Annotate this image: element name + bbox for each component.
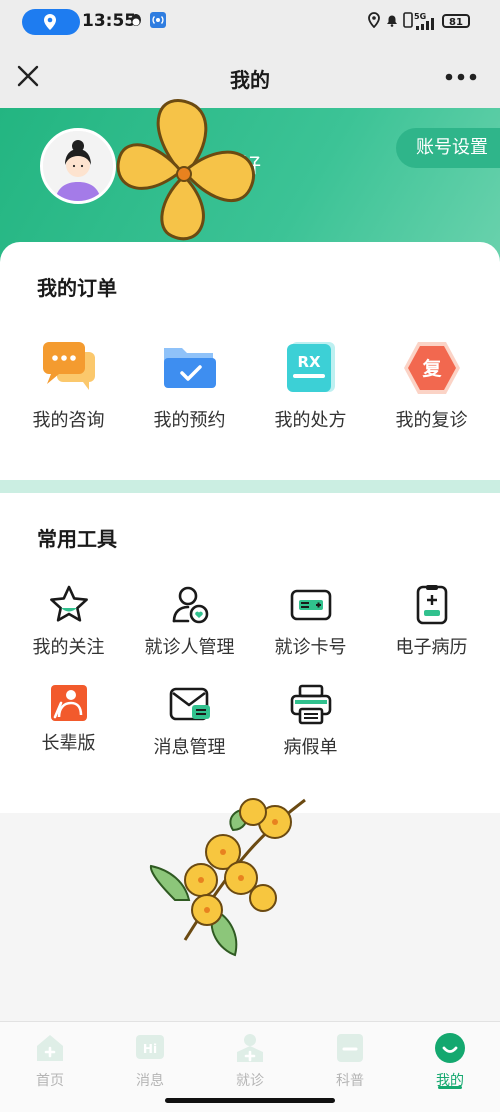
message-icon-text: Hi bbox=[143, 1042, 157, 1056]
hotspot-icon bbox=[150, 12, 166, 28]
tab-label: 消息 bbox=[136, 1073, 164, 1089]
gps-icon bbox=[368, 12, 380, 28]
qq-icon bbox=[131, 14, 141, 26]
flower-sticker-icon bbox=[116, 99, 256, 241]
profile-icon bbox=[435, 1033, 465, 1063]
tab-science[interactable]: 科普 bbox=[300, 1022, 400, 1092]
tab-label: 首页 bbox=[36, 1073, 64, 1089]
tool-item-message-manage[interactable]: 消息管理 bbox=[127, 683, 252, 759]
star-icon bbox=[49, 585, 88, 622]
tools-title: 常用工具 bbox=[37, 527, 117, 551]
tool-label: 电子病历 bbox=[395, 637, 468, 658]
tool-label: 就诊人管理 bbox=[144, 637, 235, 658]
science-icon bbox=[337, 1034, 363, 1062]
alarm-icon bbox=[387, 15, 397, 27]
order-item-consult[interactable]: 我的咨询 bbox=[6, 340, 131, 432]
location-icon bbox=[44, 14, 56, 30]
tab-visit[interactable]: 就诊 bbox=[200, 1022, 300, 1092]
tool-label: 长辈版 bbox=[41, 733, 96, 754]
elder-mode-icon bbox=[50, 685, 87, 721]
tab-profile[interactable]: 我的 bbox=[400, 1022, 500, 1092]
visit-icon bbox=[237, 1034, 263, 1062]
account-settings-button[interactable]: 账号设置 bbox=[396, 128, 500, 168]
tool-label: 我的关注 bbox=[32, 637, 105, 658]
status-bar: 13:55 5G 81 bbox=[0, 0, 500, 44]
home-indicator bbox=[165, 1098, 335, 1103]
order-item-revisit[interactable]: 复 我的复诊 bbox=[369, 340, 494, 432]
folder-check-icon bbox=[163, 348, 216, 388]
tab-label: 科普 bbox=[336, 1073, 364, 1089]
active-tab-underline bbox=[438, 1086, 462, 1089]
signal-icon bbox=[416, 18, 434, 30]
tool-label: 病假单 bbox=[283, 737, 338, 758]
tab-label: 就诊 bbox=[236, 1073, 264, 1089]
tool-item-sick-leave[interactable]: 病假单 bbox=[248, 683, 373, 759]
home-icon bbox=[37, 1035, 63, 1061]
medical-card-icon bbox=[290, 589, 331, 621]
tools-card: 常用工具 我的关注 就诊人管理 就诊卡号 电子病历 长辈版 消息管理 病假单 bbox=[0, 493, 500, 813]
tool-label: 消息管理 bbox=[153, 737, 226, 758]
more-icon[interactable] bbox=[444, 72, 478, 82]
revisit-text: 复 bbox=[421, 357, 442, 380]
section-divider bbox=[0, 480, 500, 493]
order-item-appointment[interactable]: 我的预约 bbox=[127, 340, 252, 432]
battery-indicator: 81 bbox=[442, 14, 470, 28]
tab-home[interactable]: 首页 bbox=[0, 1022, 100, 1092]
tool-item-medical-record[interactable]: 电子病历 bbox=[369, 583, 494, 659]
order-label: 我的咨询 bbox=[32, 410, 105, 431]
tool-label: 就诊卡号 bbox=[274, 637, 347, 658]
rx-icon: RX bbox=[286, 342, 335, 392]
revisit-hexagon-icon: 复 bbox=[403, 342, 460, 394]
patient-manage-icon bbox=[172, 586, 208, 624]
tool-item-follow[interactable]: 我的关注 bbox=[6, 583, 131, 659]
tool-item-patient-manage[interactable]: 就诊人管理 bbox=[127, 583, 252, 659]
order-item-prescription[interactable]: RX 我的处方 bbox=[248, 340, 373, 432]
medical-record-icon bbox=[416, 585, 447, 625]
orders-card: 我的订单 我的咨询 我的预约 RX 我的处方 复 我的复诊 bbox=[0, 242, 500, 480]
tool-item-medical-card[interactable]: 就诊卡号 bbox=[248, 583, 373, 659]
message-manage-icon bbox=[169, 687, 210, 721]
tab-messages[interactable]: Hi 消息 bbox=[100, 1022, 200, 1092]
tool-item-elder-mode[interactable]: 长辈版 bbox=[6, 683, 131, 755]
printer-icon bbox=[290, 684, 331, 725]
order-label: 我的处方 bbox=[274, 410, 347, 431]
location-pill bbox=[22, 9, 80, 35]
message-icon: Hi bbox=[136, 1035, 164, 1059]
order-label: 我的预约 bbox=[153, 410, 226, 431]
osmanthus-branch-icon bbox=[149, 798, 306, 957]
chat-bubbles-icon bbox=[42, 342, 95, 390]
orders-title: 我的订单 bbox=[37, 276, 117, 300]
order-label: 我的复诊 bbox=[395, 410, 468, 431]
rx-text: RX bbox=[297, 353, 321, 371]
